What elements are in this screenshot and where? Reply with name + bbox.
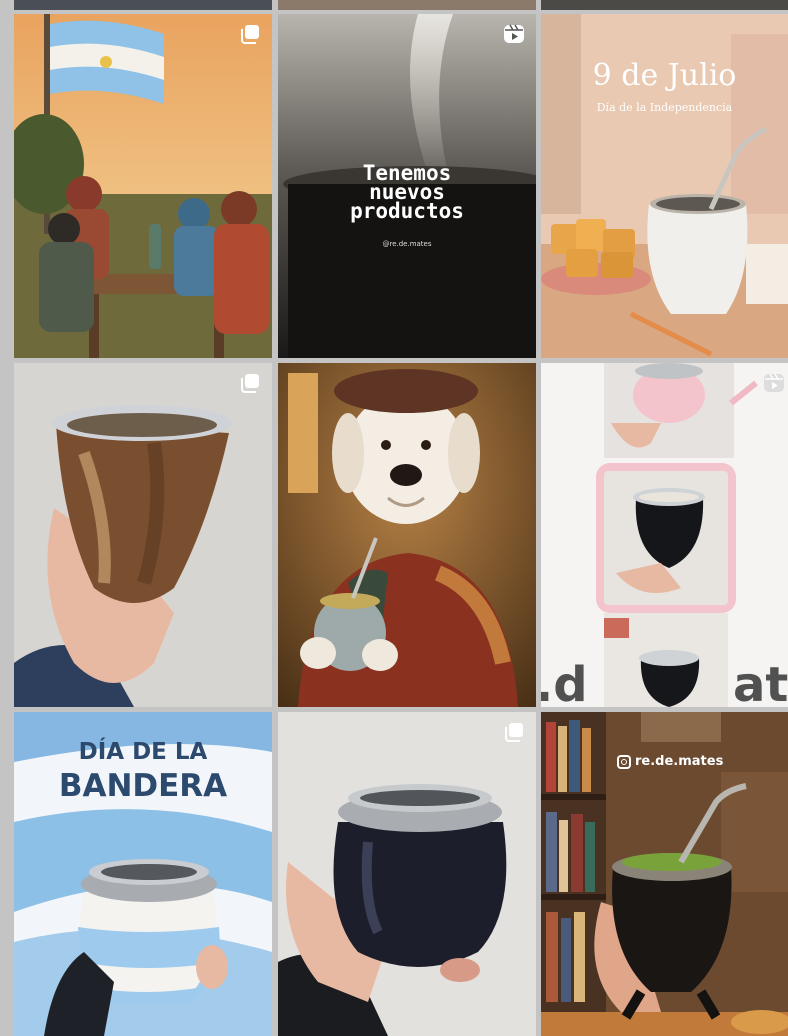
- overlay-text-left: .d: [541, 657, 588, 707]
- post-subtitle: Día de la Independencia: [596, 101, 733, 114]
- post-gauchos-flag[interactable]: [14, 14, 272, 358]
- reel-icon: [762, 371, 786, 395]
- post-handle: @re.de.mates: [382, 240, 432, 248]
- post-title-line2: BANDERA: [58, 768, 228, 804]
- post-image: [14, 363, 272, 707]
- post-9-de-julio[interactable]: 9 de Julio Día de la Independencia: [541, 14, 788, 358]
- handle-text: re.de.mates: [635, 754, 724, 769]
- overlay-text-right: at: [733, 657, 788, 707]
- post-image: [14, 14, 272, 358]
- post-image: [541, 363, 788, 707]
- post-title-line1: DÍA DE LA: [78, 739, 208, 765]
- prev-row-post-3[interactable]: [541, 0, 788, 10]
- carousel-icon: [238, 22, 262, 46]
- post-mate-negro[interactable]: [278, 712, 536, 1036]
- post-nuevos-productos[interactable]: Tenemos nuevos productos @re.de.mates: [278, 14, 536, 358]
- prev-row-post-2[interactable]: [278, 0, 536, 10]
- post-re-de-mates-biblioteca[interactable]: re.de.mates: [541, 712, 788, 1036]
- post-dia-de-la-bandera[interactable]: DÍA DE LA BANDERA: [14, 712, 272, 1036]
- profile-post-grid: Tenemos nuevos productos @re.de.mates 9 de…: [0, 0, 788, 1036]
- handle-badge: re.de.mates: [617, 754, 723, 769]
- post-image: [278, 363, 536, 707]
- post-image: [278, 712, 536, 1036]
- instagram-icon: [617, 754, 631, 769]
- carousel-icon: [502, 720, 526, 744]
- carousel-icon: [238, 371, 262, 395]
- prev-row-post-1[interactable]: [14, 0, 272, 10]
- post-dogo-mate[interactable]: [278, 363, 536, 707]
- post-title: 9 de Julio: [592, 58, 737, 93]
- post-mates-collage[interactable]: .d at: [541, 363, 788, 707]
- post-mate-madera[interactable]: [14, 363, 272, 707]
- reel-icon: [502, 22, 526, 46]
- post-title: Tenemos nuevos productos: [350, 161, 464, 223]
